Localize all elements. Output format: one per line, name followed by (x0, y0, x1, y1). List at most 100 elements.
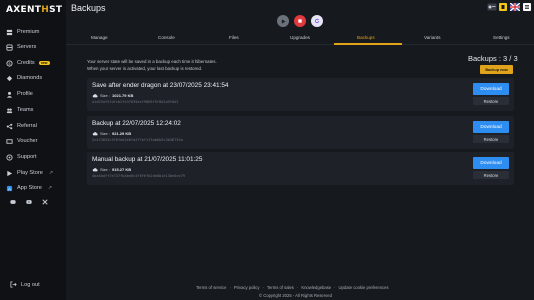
backup-size: Size : 921.29 KB (92, 131, 131, 136)
sidebar-item-label: Support (17, 154, 37, 160)
user-icon (6, 91, 13, 98)
sidebar-item-label: Credits (17, 60, 35, 66)
sidebar-item-label: Premium (17, 29, 40, 35)
app-store-icon: A (6, 185, 13, 191)
footer-link-terms-of-sales[interactable]: Terms of sales (267, 285, 294, 290)
play-icon (281, 18, 286, 24)
tab-bar: Manage Console Files Upgrades Backups Va… (66, 33, 534, 45)
account-icon[interactable] (487, 3, 497, 11)
cloud-icon (92, 94, 98, 98)
size-value: 915.27 KB (112, 167, 132, 172)
backup-card: Manual backup at 21/07/2025 11:01:25 Siz… (87, 152, 514, 185)
sidebar-item-label: App Store (17, 185, 42, 191)
play-store-icon (7, 170, 13, 176)
sidebar-item-label: Referral (17, 123, 37, 129)
tab-console[interactable]: Console (158, 35, 175, 40)
backup-title: Backup at 22/07/2025 12:24:02 (92, 120, 181, 127)
restart-icon (314, 18, 320, 24)
restore-button[interactable]: Restore (473, 97, 509, 105)
copyright: © Copyright 2025 - All Rights Reserved (259, 293, 332, 298)
backup-info: Your server state will be saved in a bac… (87, 58, 217, 72)
logout-icon (10, 281, 17, 288)
credit-icon: $ (6, 59, 13, 67)
sidebar-item-label: Voucher (17, 138, 38, 144)
stop-icon (298, 19, 302, 23)
size-value: 921.29 KB (112, 131, 132, 136)
sidebar: AXENTHST Premium Servers $ Credits new D… (0, 0, 66, 300)
server-icon (6, 29, 13, 35)
active-tab-indicator (334, 43, 402, 45)
external-link-icon: ↗ (48, 170, 54, 176)
x-icon[interactable] (42, 199, 48, 205)
footer-links: Terms of service · Privacy policy · Terms … (196, 285, 389, 290)
backup-hash: 2c4f3653c3f6feb2e0fa2f7ef1f3ab6b3c3b3675… (92, 138, 183, 142)
tab-variants[interactable]: Variants (424, 35, 441, 40)
sidebar-item-label: Profile (17, 91, 33, 97)
brand-logo[interactable]: AXENTHST (6, 5, 62, 15)
sidebar-item-premium[interactable]: Premium (6, 26, 39, 38)
tab-settings[interactable]: Settings (493, 35, 510, 40)
backups-count: Backups : 3 / 3 (468, 54, 518, 63)
youtube-icon[interactable] (26, 199, 32, 205)
sidebar-item-app-store[interactable]: A App Store ↗ (6, 182, 52, 194)
logout-button[interactable]: Log out (10, 281, 40, 288)
info-line: When your server is activated, your last… (87, 66, 203, 71)
sidebar-item-label: Teams (17, 107, 34, 113)
sidebar-item-referral[interactable]: Referral (6, 120, 37, 132)
tab-manage[interactable]: Manage (91, 35, 108, 40)
sidebar-item-label: Play Store (17, 170, 43, 176)
tab-upgrades[interactable]: Upgrades (290, 35, 310, 40)
new-badge: new (38, 61, 50, 65)
social-links (10, 199, 48, 205)
diamond-icon (6, 75, 13, 81)
sidebar-item-voucher[interactable]: Voucher (6, 135, 38, 147)
voucher-icon (6, 138, 13, 144)
separator: · (262, 285, 264, 290)
sidebar-item-servers[interactable]: Servers (6, 41, 36, 53)
start-button[interactable] (277, 15, 289, 27)
logout-label: Log out (21, 281, 40, 288)
size-label: Size : (100, 93, 111, 98)
restore-button[interactable]: Restore (473, 171, 509, 179)
tab-files[interactable]: Files (229, 35, 239, 40)
download-button[interactable]: Download (473, 83, 509, 95)
size-value: 1021.79 KB (112, 93, 134, 98)
svg-text:A: A (8, 186, 11, 191)
size-label: Size : (100, 131, 111, 136)
backup-card: Save after ender dragon at 23/07/2025 23… (87, 78, 514, 111)
tab-backups[interactable]: Backups (357, 35, 375, 40)
page-title: Backups (71, 3, 106, 13)
backup-now-button[interactable]: Backup now (480, 65, 513, 74)
toolbar-right (487, 3, 531, 11)
sidebar-item-label: Servers (17, 44, 37, 50)
sidebar-item-diamonds[interactable]: Diamonds (6, 72, 42, 84)
flag-icon[interactable] (510, 3, 520, 11)
footer-link-knowledgebase[interactable]: Knowledgebase (301, 285, 331, 290)
download-button[interactable]: Download (473, 157, 509, 169)
download-button[interactable]: Download (473, 121, 509, 133)
backup-hash: 4ba4bdff7e737fb4be0c4f6f6fb2de8b1e13be0c… (92, 174, 186, 178)
backup-size: Size : 915.27 KB (92, 167, 131, 172)
info-line: Your server state will be saved in a bac… (87, 59, 217, 64)
support-icon (6, 153, 13, 161)
footer-link-privacy-policy[interactable]: Privacy policy (234, 285, 260, 290)
backup-card: Backup at 22/07/2025 12:24:02 Size : 921… (87, 116, 514, 149)
sidebar-item-profile[interactable]: Profile (6, 88, 33, 100)
footer-link-cookie-preferences[interactable]: Update cookie preferences (339, 285, 389, 290)
footer-link-terms-of-service[interactable]: Terms of service (196, 285, 226, 290)
sidebar-item-teams[interactable]: Teams (6, 104, 33, 116)
menu-icon[interactable] (523, 3, 531, 11)
backup-size: Size : 1021.79 KB (92, 93, 133, 98)
restore-button[interactable]: Restore (473, 135, 509, 143)
sidebar-item-support[interactable]: Support (6, 151, 37, 163)
backup-title: Save after ender dragon at 23/07/2025 23… (92, 82, 229, 89)
sidebar-item-play-store[interactable]: Play Store ↗ (6, 167, 53, 179)
discord-icon[interactable] (10, 199, 16, 205)
backup-title: Manual backup at 21/07/2025 11:01:25 (92, 156, 203, 163)
team-icon (6, 107, 13, 113)
notification-icon[interactable] (499, 3, 507, 11)
stop-button[interactable] (294, 15, 306, 27)
referral-icon (6, 123, 13, 129)
sidebar-item-credits[interactable]: $ Credits new (6, 57, 50, 69)
restart-button[interactable] (311, 15, 323, 27)
